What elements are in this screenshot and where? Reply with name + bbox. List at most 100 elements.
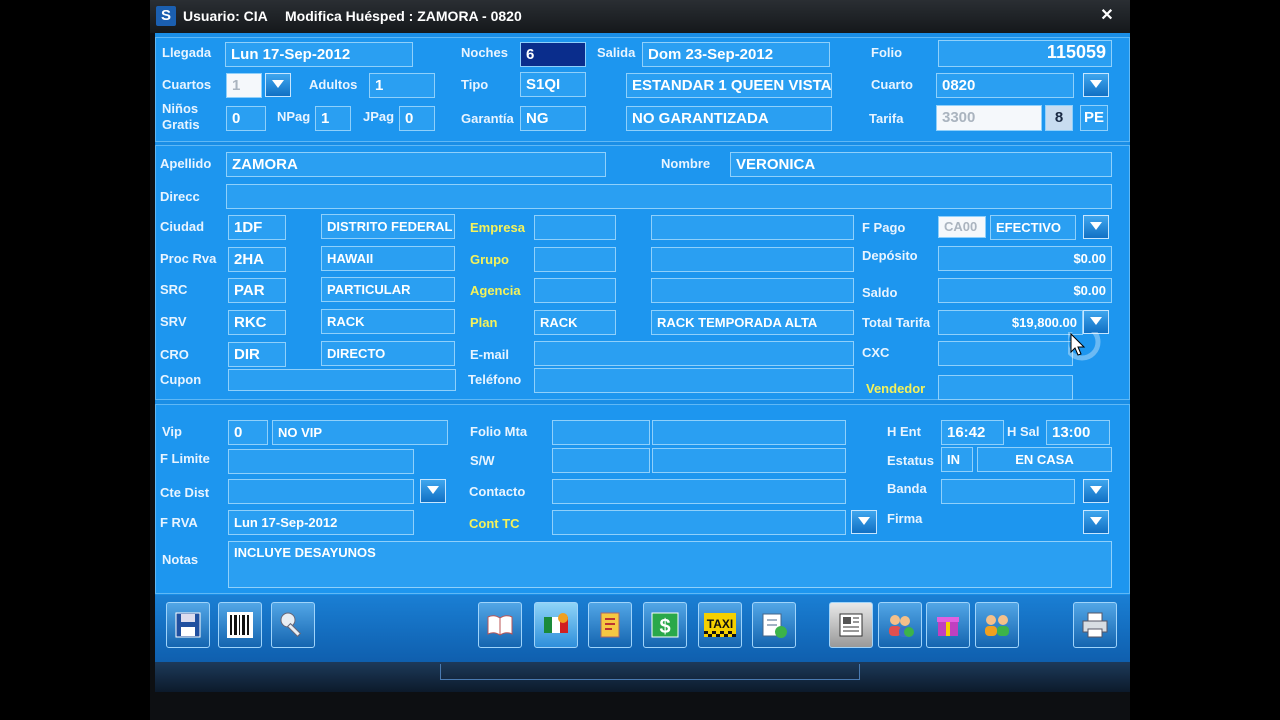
foliomta-code-field[interactable] (552, 420, 650, 445)
add-guest-button[interactable] (878, 602, 922, 648)
cuartos-field[interactable]: 1 (226, 73, 262, 98)
jpag-field[interactable]: 0 (399, 106, 435, 131)
direcc-field[interactable] (226, 184, 1112, 209)
edit-record-icon (762, 613, 787, 638)
adultos-label: Adultos (309, 77, 358, 92)
svg-text:$: $ (659, 616, 670, 638)
hsal-field[interactable]: 13:00 (1046, 420, 1110, 445)
npag-label: NPag (277, 109, 311, 124)
empresa-code-field[interactable] (534, 215, 616, 240)
empresa-desc-field (651, 215, 854, 240)
ninos-field[interactable]: 0 (226, 106, 266, 131)
barcode-button[interactable] (218, 602, 262, 648)
user-label: Usuario: CIA (183, 8, 268, 24)
cuarto-field[interactable]: 0820 (936, 73, 1074, 98)
plan-label: Plan (470, 315, 498, 330)
edit-record-button[interactable] (752, 602, 796, 648)
ciudad-code-field[interactable]: 1DF (228, 215, 286, 240)
salida-field[interactable]: Dom 23-Sep-2012 (642, 42, 830, 67)
barcode-icon (227, 612, 253, 638)
key-button[interactable] (271, 602, 315, 648)
ctedist-field[interactable] (228, 479, 414, 504)
banda-field[interactable] (941, 479, 1075, 504)
nombre-label: Nombre (661, 156, 711, 171)
garantia-code-field[interactable]: NG (520, 106, 586, 131)
cuartos-label: Cuartos (162, 77, 212, 92)
grupo-label: Grupo (470, 252, 509, 267)
ciudad-desc-field: DISTRITO FEDERAL (321, 214, 455, 239)
telefono-field[interactable] (534, 368, 854, 393)
chevron-down-icon (427, 486, 439, 494)
fpago-dropdown[interactable] (1083, 215, 1109, 239)
noches-field[interactable]: 6 (520, 42, 586, 67)
chevron-down-icon (1090, 486, 1102, 494)
apellido-field[interactable]: ZAMORA (226, 152, 606, 177)
plan-code-field[interactable]: RACK (534, 310, 616, 335)
app-logo-icon: S (156, 6, 176, 26)
procrva-desc-field: HAWAII (321, 246, 455, 271)
vip-code-field[interactable]: 0 (228, 420, 268, 445)
book-button[interactable] (478, 602, 522, 648)
gift-button[interactable] (926, 602, 970, 648)
taxi-button[interactable]: TAXI (698, 602, 742, 648)
banda-dropdown[interactable] (1083, 479, 1109, 503)
sw-code-field[interactable] (552, 448, 650, 473)
tipo-code-field[interactable]: S1QI (520, 72, 586, 97)
cupon-field[interactable] (228, 369, 456, 391)
jpag-label: JPag (363, 109, 395, 124)
vendedor-label: Vendedor (866, 381, 926, 396)
agencia-code-field[interactable] (534, 278, 616, 303)
chevron-down-icon (1090, 517, 1102, 525)
hent-label: H Ent (887, 424, 921, 439)
vip-desc-field: NO VIP (272, 420, 448, 445)
hent-field[interactable]: 16:42 (941, 420, 1004, 445)
tarifa-number[interactable]: 8 (1045, 105, 1073, 131)
email-field[interactable] (534, 341, 854, 366)
firma-label: Firma (887, 511, 923, 526)
srv-code-field[interactable]: RKC (228, 310, 286, 335)
grupo-code-field[interactable] (534, 247, 616, 272)
tarifa-pe-button[interactable]: PE (1080, 105, 1108, 131)
nombre-field[interactable]: VERONICA (730, 152, 1112, 177)
contacto-field[interactable] (552, 479, 846, 504)
procrva-code-field[interactable]: 2HA (228, 247, 286, 272)
conttc-label: Cont TC (469, 516, 520, 531)
chevron-down-icon (858, 517, 870, 525)
tarifa-field[interactable]: 3300 (936, 105, 1042, 131)
close-button[interactable]: ✕ (1092, 6, 1122, 26)
cro-code-field[interactable]: DIR (228, 342, 286, 367)
estatus-code-field[interactable]: IN (941, 447, 973, 472)
ctedist-dropdown[interactable] (420, 479, 446, 503)
llegada-field[interactable]: Lun 17-Sep-2012 (225, 42, 413, 67)
document-button[interactable] (588, 602, 632, 648)
taxi-icon: TAXI (704, 613, 736, 637)
estatus-desc-field: EN CASA (977, 447, 1112, 472)
cxc-field[interactable] (938, 341, 1073, 366)
conttc-dropdown[interactable] (851, 510, 877, 534)
mexico-button[interactable] (534, 602, 578, 648)
cxc-label: CXC (862, 345, 890, 360)
folio-field[interactable]: 115059 (938, 40, 1112, 67)
cuartos-dropdown[interactable] (265, 73, 291, 97)
src-code-field[interactable]: PAR (228, 278, 286, 303)
npag-field[interactable]: 1 (315, 106, 351, 131)
total-tarifa-dropdown[interactable] (1083, 310, 1109, 334)
notas-field[interactable]: INCLUYE DESAYUNOS (228, 541, 1112, 588)
saldo-label: Saldo (862, 285, 898, 300)
frva-field[interactable]: Lun 17-Sep-2012 (228, 510, 414, 535)
group-button[interactable] (975, 602, 1019, 648)
flimite-field[interactable] (228, 449, 414, 474)
fpago-label: F Pago (862, 220, 906, 235)
conttc-field[interactable] (552, 510, 846, 535)
save-button[interactable] (166, 602, 210, 648)
vendedor-field[interactable] (938, 375, 1073, 400)
cuarto-dropdown[interactable] (1083, 73, 1109, 97)
firma-dropdown[interactable] (1083, 510, 1109, 534)
vip-label: Vip (162, 424, 182, 439)
newspaper-button[interactable] (829, 602, 873, 648)
adultos-field[interactable]: 1 (369, 73, 435, 98)
fpago-code-field[interactable]: CA00 (938, 216, 986, 238)
print-button[interactable] (1073, 602, 1117, 648)
money-button[interactable]: $ (643, 602, 687, 648)
mouse-cursor (1063, 323, 1116, 377)
